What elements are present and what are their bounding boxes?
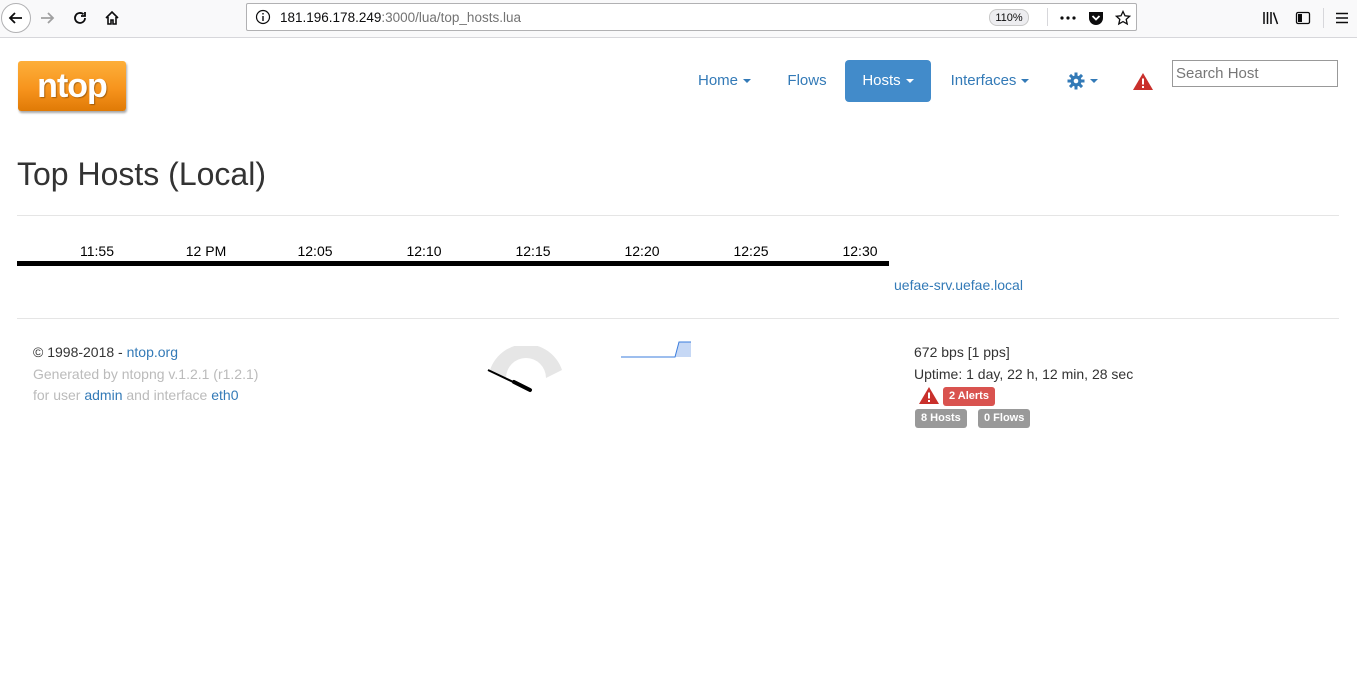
nav-alerts[interactable] [1128,60,1158,102]
pocket-icon[interactable] [1086,8,1106,28]
zoom-level[interactable]: 110% [989,9,1029,26]
gear-icon [1067,72,1084,90]
timeline-bar [17,261,889,266]
uptime-text: Uptime: 1 day, 22 h, 12 min, 28 sec [914,366,1134,382]
browser-toolbar: 181.196.178.249:3000/lua/top_hosts.lua 1… [0,0,1357,38]
reload-icon[interactable] [66,4,94,32]
nav-settings[interactable] [1056,60,1108,102]
nav-home-label: Home [697,72,738,89]
nav-interfaces[interactable]: Interfaces [940,60,1040,102]
back-arrow-icon[interactable] [1,3,31,33]
throughput-sparkline [621,341,691,358]
timeline-tick: 12 PM [185,243,227,259]
and-interface-text: and interface [122,387,212,403]
ntop-logo[interactable]: ntop [18,61,126,111]
info-icon[interactable] [255,9,271,30]
copyright: © 1998-2018 - ntop.org [33,344,178,360]
user-link[interactable]: admin [84,387,122,403]
nav-hosts[interactable]: Hosts [845,60,931,102]
star-icon[interactable] [1113,8,1133,28]
flows-badge[interactable]: 0 Flows [978,409,1031,428]
divider [17,215,1339,216]
ntop-org-link[interactable]: ntop.org [127,344,178,360]
timeline-tick: 12:05 [297,243,333,259]
timeline-tick: 12:15 [515,243,551,259]
user-interface-line: for user admin and interface eth0 [33,387,238,403]
copyright-text: © 1998-2018 - [33,344,127,360]
home-icon[interactable] [98,4,126,32]
chevron-down-icon [1021,79,1030,84]
nav-hosts-label: Hosts [862,72,901,89]
page-title: Top Hosts (Local) [17,156,266,192]
timeline-tick: 12:20 [624,243,660,259]
chevron-down-icon [905,79,914,84]
menu-icon[interactable] [1330,6,1354,30]
sidebar-icon[interactable] [1291,6,1315,30]
hosts-badge[interactable]: 8 Hosts [915,409,967,428]
nav-interfaces-label: Interfaces [950,72,1017,89]
nav-home[interactable]: Home [686,60,763,102]
generated-by: Generated by ntopng v.1.2.1 (r1.2.1) [33,366,259,382]
divider [1047,8,1048,26]
divider [1323,8,1324,28]
chevron-down-icon [743,79,751,84]
library-icon[interactable] [1259,6,1283,30]
chevron-down-icon [1089,79,1098,84]
alerts-badge[interactable]: 2 Alerts [943,387,995,406]
divider [17,318,1339,319]
throughput-gauge [487,346,562,392]
more-icon[interactable] [1058,8,1078,28]
timeline-tick: 12:30 [842,243,878,259]
url-text: 181.196.178.249:3000/lua/top_hosts.lua [280,10,521,25]
nav-flows-label: Flows [787,72,827,89]
url-bar[interactable]: 181.196.178.249:3000/lua/top_hosts.lua 1… [246,3,1137,31]
throughput-text: 672 bps [1 pps] [914,344,1010,360]
nav-flows[interactable]: Flows [772,60,842,102]
timeline-tick: 12:10 [406,243,442,259]
for-user-text: for user [33,387,85,403]
warning-icon [1133,72,1153,90]
timeline-tick: 12:25 [733,243,769,259]
search-host-input[interactable] [1172,60,1338,87]
interface-link[interactable]: eth0 [211,387,238,403]
host-link[interactable]: uefae-srv.uefae.local [894,277,1023,293]
forward-arrow-icon[interactable] [33,4,61,32]
warning-icon[interactable] [918,386,940,405]
timeline-tick: 11:55 [80,243,114,259]
